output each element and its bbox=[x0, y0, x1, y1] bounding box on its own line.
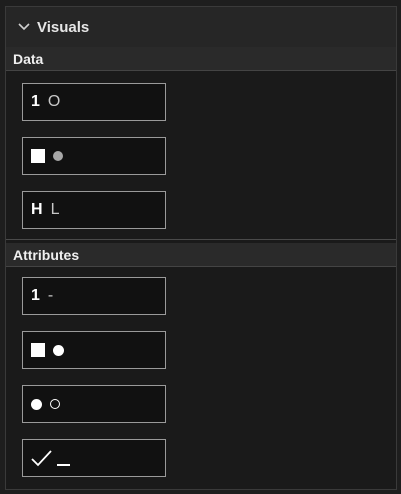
section-label-attributes: Attributes bbox=[6, 243, 396, 267]
attributes-button-square-dot[interactable] bbox=[22, 331, 166, 369]
panel-title: Visuals bbox=[37, 18, 90, 36]
attributes-button-1-dash[interactable]: 1 - bbox=[22, 277, 166, 315]
section-label-data: Data bbox=[6, 47, 396, 71]
attributes-button-dot-ring[interactable] bbox=[22, 385, 166, 423]
chevron-down-icon bbox=[18, 23, 30, 31]
section-divider bbox=[6, 239, 396, 240]
checkmark-icon bbox=[31, 450, 52, 467]
filled-circle-grey-icon bbox=[53, 151, 63, 161]
data-button-square-dot[interactable] bbox=[22, 137, 166, 175]
underscore-icon bbox=[57, 464, 70, 466]
glyph-one: 1 bbox=[31, 287, 40, 304]
glyph-o: O bbox=[47, 93, 61, 110]
hollow-circle-icon bbox=[50, 399, 60, 409]
filled-circle-icon bbox=[31, 398, 42, 410]
frame: Visuals Data 1 O H L Attributes 1 - bbox=[0, 0, 401, 494]
glyph-dash: - bbox=[47, 287, 54, 304]
glyph-l: L bbox=[50, 201, 60, 218]
square-icon bbox=[31, 343, 45, 357]
data-button-1-o[interactable]: 1 O bbox=[22, 83, 166, 121]
filled-circle-icon bbox=[53, 344, 64, 356]
visuals-header[interactable]: Visuals bbox=[6, 7, 396, 47]
attributes-button-check-underscore[interactable] bbox=[22, 439, 166, 477]
glyph-one: 1 bbox=[31, 93, 40, 110]
visuals-panel: Visuals Data 1 O H L Attributes 1 - bbox=[5, 6, 397, 490]
data-button-h-l[interactable]: H L bbox=[22, 191, 166, 229]
square-icon bbox=[31, 149, 45, 163]
glyph-h: H bbox=[31, 201, 43, 218]
